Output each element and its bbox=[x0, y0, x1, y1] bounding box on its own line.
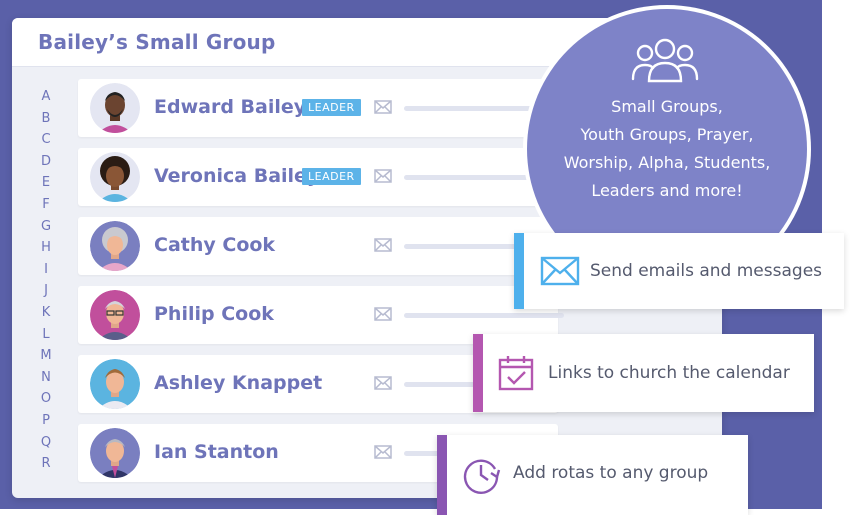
member-row[interactable]: Cathy Cook bbox=[78, 217, 564, 275]
clock-refresh-icon bbox=[463, 459, 501, 494]
calendar-check-icon bbox=[498, 356, 534, 391]
mail-icon[interactable] bbox=[374, 376, 392, 390]
mail-icon[interactable] bbox=[374, 238, 392, 252]
alpha-letter[interactable]: H bbox=[34, 237, 58, 259]
feature-text: Links to church the calendar bbox=[548, 363, 790, 383]
accent-bar bbox=[437, 435, 447, 515]
alpha-letter[interactable]: P bbox=[34, 410, 58, 432]
alpha-letter[interactable]: C bbox=[34, 129, 58, 151]
alpha-letter[interactable]: R bbox=[34, 453, 58, 475]
accent-bar bbox=[473, 334, 483, 412]
member-row[interactable]: Edward Bailey LEADER bbox=[78, 79, 564, 137]
placeholder-line bbox=[404, 313, 564, 318]
member-name[interactable]: Ian Stanton bbox=[154, 441, 279, 463]
member-name[interactable]: Philip Cook bbox=[154, 303, 274, 325]
alpha-letter[interactable]: K bbox=[34, 302, 58, 324]
avatar bbox=[90, 221, 140, 271]
alpha-letter[interactable]: E bbox=[34, 172, 58, 194]
alpha-letter[interactable]: O bbox=[34, 388, 58, 410]
mail-icon[interactable] bbox=[374, 445, 392, 459]
feature-text: Add rotas to any group bbox=[513, 463, 709, 483]
alpha-letter[interactable]: L bbox=[34, 324, 58, 346]
alpha-letter[interactable]: N bbox=[34, 367, 58, 389]
group-types-text: Small Groups, Youth Groups, Prayer, Wors… bbox=[563, 97, 771, 200]
member-name[interactable]: Ashley Knappet bbox=[154, 372, 322, 394]
alpha-letter[interactable]: B bbox=[34, 108, 58, 130]
alphabet-index: A B C D E F G H I J K L M N O P Q R bbox=[34, 86, 58, 475]
people-group-icon bbox=[631, 38, 699, 83]
feature-text: Send emails and messages bbox=[590, 261, 823, 281]
member-row[interactable]: Veronica Bailey LEADER bbox=[78, 148, 564, 206]
member-name[interactable]: Edward Bailey bbox=[154, 96, 306, 118]
alpha-letter[interactable]: G bbox=[34, 216, 58, 238]
avatar bbox=[90, 428, 140, 478]
alpha-letter[interactable]: J bbox=[34, 280, 58, 302]
feature-card-rotas: Add rotas to any group bbox=[437, 435, 748, 515]
alpha-letter[interactable]: I bbox=[34, 259, 58, 281]
mail-icon[interactable] bbox=[374, 100, 392, 114]
alpha-letter[interactable]: A bbox=[34, 86, 58, 108]
alpha-letter[interactable]: Q bbox=[34, 432, 58, 454]
avatar bbox=[90, 290, 140, 340]
feature-card-calendar: Links to church the calendar bbox=[473, 334, 814, 412]
member-name[interactable]: Veronica Bailey bbox=[154, 165, 319, 187]
accent-bar bbox=[514, 233, 524, 309]
mail-icon[interactable] bbox=[374, 307, 392, 321]
leader-badge: LEADER bbox=[302, 99, 361, 116]
group-title: Bailey’s Small Group bbox=[38, 30, 276, 54]
feature-card-emails: Send emails and messages bbox=[514, 233, 844, 309]
avatar bbox=[90, 152, 140, 202]
mail-icon[interactable] bbox=[374, 169, 392, 183]
alpha-letter[interactable]: F bbox=[34, 194, 58, 216]
alpha-letter[interactable]: M bbox=[34, 345, 58, 367]
alpha-letter[interactable]: D bbox=[34, 151, 58, 173]
leader-badge: LEADER bbox=[302, 168, 361, 185]
avatar bbox=[90, 359, 140, 409]
avatar bbox=[90, 83, 140, 133]
envelope-icon bbox=[540, 256, 580, 286]
member-name[interactable]: Cathy Cook bbox=[154, 234, 275, 256]
